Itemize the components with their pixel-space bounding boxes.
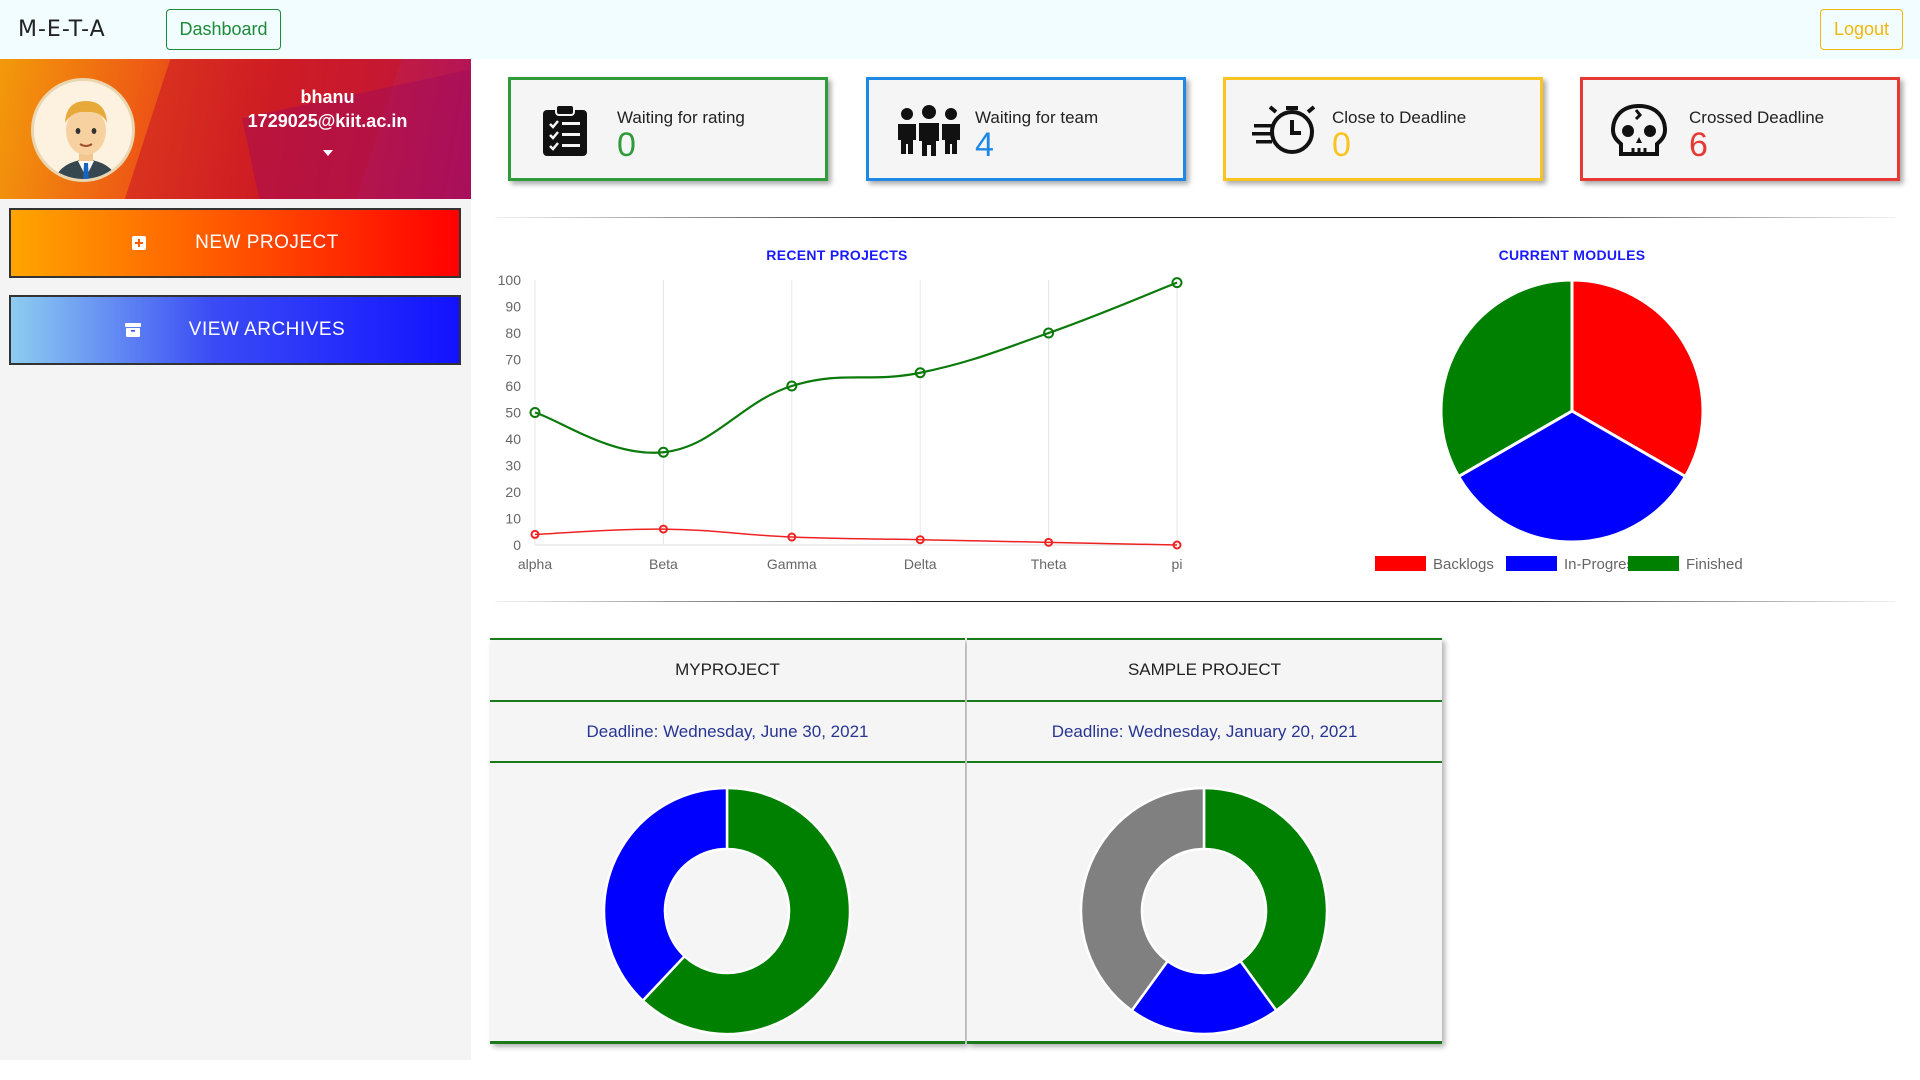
project-card-myproject[interactable]: MYPROJECT Deadline: Wednesday, June 30, …: [490, 638, 965, 1044]
project-progress-donut: [602, 786, 852, 1036]
legend-swatch: [1506, 556, 1557, 571]
stat-label: Close to Deadline: [1332, 108, 1467, 127]
archive-box-icon: [124, 322, 141, 338]
dashboard-button[interactable]: Dashboard: [166, 9, 281, 50]
stat-value: 6: [1689, 126, 1708, 164]
clipboard-checklist-icon: [537, 104, 593, 158]
new-project-label: NEW PROJECT: [195, 232, 339, 253]
x-tick-label: Delta: [904, 556, 937, 572]
y-tick-label: 70: [505, 352, 521, 368]
stat-value: 4: [975, 126, 994, 164]
x-tick-label: Beta: [649, 556, 678, 572]
x-tick-label: Gamma: [767, 556, 817, 572]
stat-value: 0: [617, 126, 636, 164]
user-profile-panel: bhanu 1729025@kiit.ac.in: [0, 59, 471, 199]
stat-card-waiting-for-rating[interactable]: Waiting for rating 0: [508, 77, 828, 181]
new-project-button[interactable]: NEW PROJECT: [9, 208, 461, 278]
current-modules-pie-chart: Backlogs In-Progress Finished: [1375, 278, 1743, 573]
stat-card-crossed-deadline[interactable]: Crossed Deadline 6: [1580, 77, 1900, 181]
user-name: bhanu: [300, 87, 355, 107]
fast-timer-icon: [1252, 104, 1316, 158]
stat-card-close-to-deadline[interactable]: Close to Deadline 0: [1223, 77, 1543, 181]
avatar: [31, 78, 135, 182]
y-tick-label: 100: [498, 272, 522, 288]
user-email: 1729025@kiit.ac.in: [247, 111, 408, 131]
project-deadline: Deadline: Wednesday, June 30, 2021: [490, 702, 965, 763]
x-tick-label: Theta: [1031, 556, 1067, 572]
project-title: MYPROJECT: [490, 640, 965, 702]
series-line: [534, 281, 1178, 454]
y-tick-label: 30: [505, 458, 521, 474]
brand-logo: M-E-T-A: [18, 17, 106, 42]
team-icon: [895, 104, 960, 158]
stat-label: Waiting for rating: [617, 108, 745, 127]
skull-icon: [1609, 103, 1668, 158]
recent-projects-line-chart: alpha Beta Gamma Delta Theta pi 0 10 20 30 40 50 60 7…: [498, 272, 1183, 572]
plus-square-icon: [131, 235, 147, 251]
profile-dropdown-caret-icon[interactable]: [323, 150, 333, 156]
y-tick-label: 50: [505, 405, 521, 421]
legend-swatch: [1628, 556, 1679, 571]
y-tick-label: 0: [513, 537, 521, 553]
stat-label: Waiting for team: [975, 108, 1099, 127]
project-deadline: Deadline: Wednesday, January 20, 2021: [967, 702, 1442, 763]
legend-label: Backlogs: [1433, 556, 1494, 573]
stat-value: 0: [1332, 126, 1351, 164]
series-line: [534, 528, 1178, 546]
x-tick-label: alpha: [518, 556, 552, 572]
project-progress-donut: [1079, 786, 1329, 1036]
view-archives-button[interactable]: VIEW ARCHIVES: [9, 295, 461, 365]
project-card-sample-project[interactable]: SAMPLE PROJECT Deadline: Wednesday, Janu…: [967, 638, 1442, 1044]
x-tick-label: pi: [1172, 556, 1183, 572]
top-navbar: M-E-T-A Dashboard Logout: [0, 0, 1920, 59]
divider: [495, 601, 1895, 602]
y-tick-label: 20: [505, 484, 521, 500]
divider: [495, 217, 1895, 218]
stat-label: Crossed Deadline: [1689, 108, 1825, 127]
y-tick-label: 90: [505, 299, 521, 315]
y-tick-label: 10: [505, 511, 521, 527]
sidebar: bhanu 1729025@kiit.ac.in NEW PROJECT VIE…: [0, 59, 471, 1060]
project-title: SAMPLE PROJECT: [967, 640, 1442, 702]
donut-slice: [602, 786, 729, 1003]
y-tick-label: 60: [505, 378, 521, 394]
legend-label: Finished: [1686, 556, 1743, 573]
y-tick-label: 80: [505, 325, 521, 341]
legend-swatch: [1375, 556, 1426, 571]
recent-projects-title: RECENT PROJECTS: [766, 247, 908, 263]
current-modules-title: CURRENT MODULES: [1498, 247, 1646, 263]
stat-card-waiting-for-team[interactable]: Waiting for team 4: [866, 77, 1186, 181]
y-tick-label: 40: [505, 431, 521, 447]
logout-button[interactable]: Logout: [1820, 9, 1903, 50]
view-archives-label: VIEW ARCHIVES: [188, 319, 346, 340]
